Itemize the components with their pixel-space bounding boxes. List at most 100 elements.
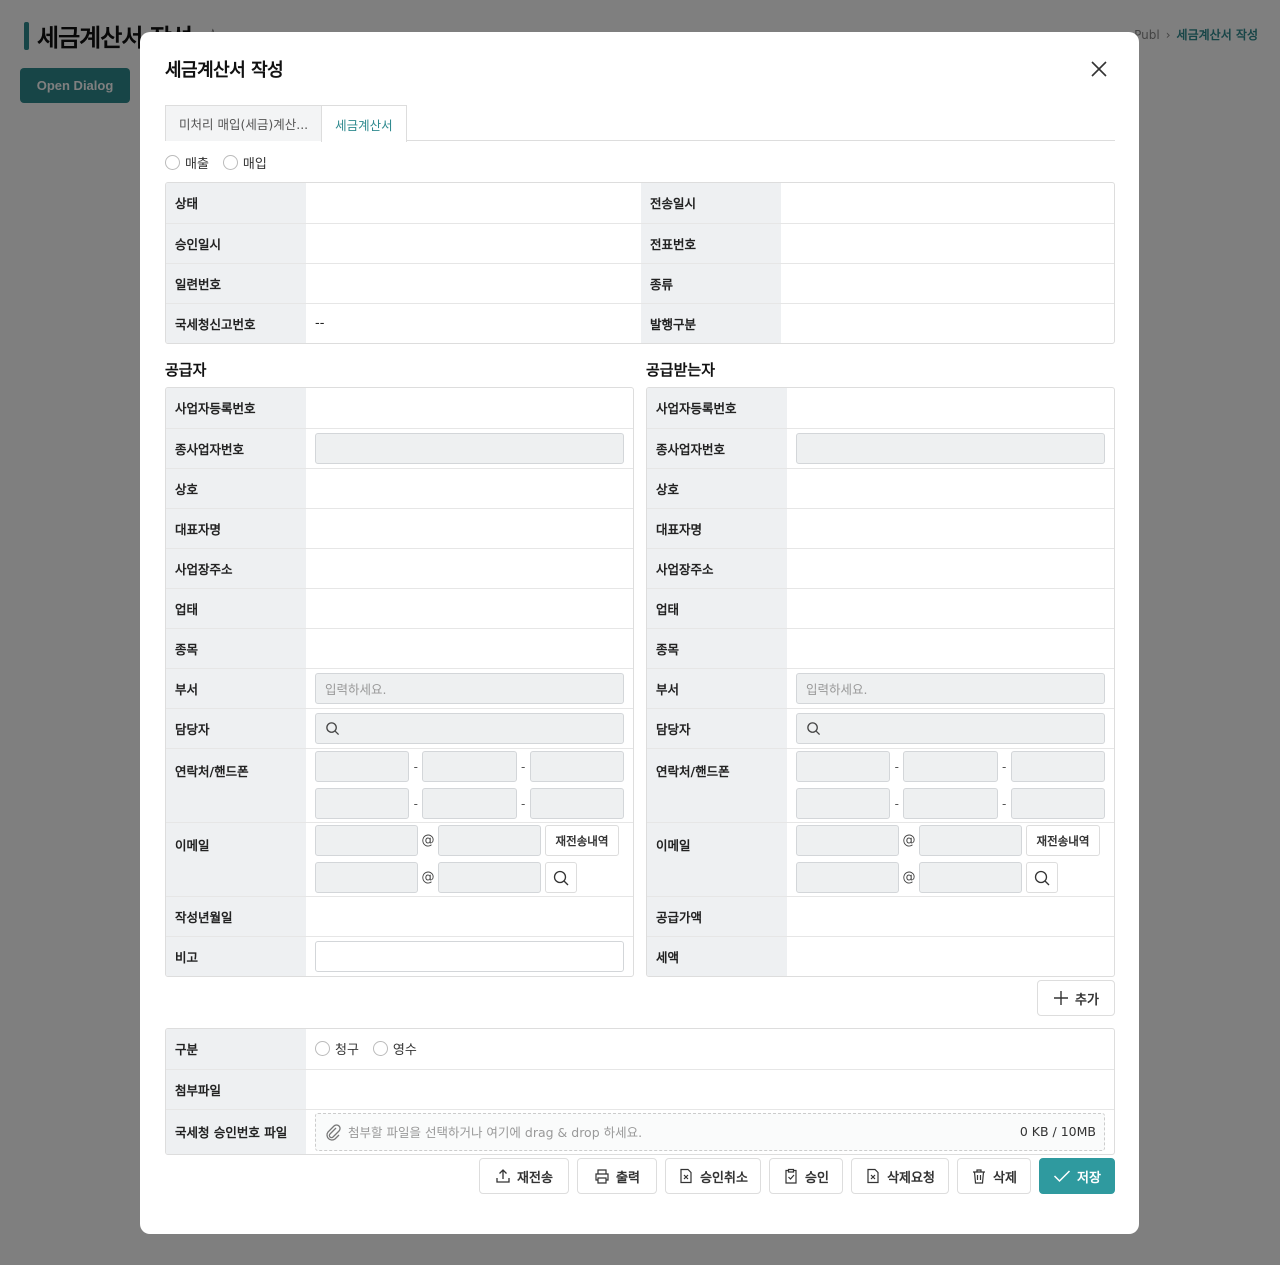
- value-sent-at: [781, 183, 1114, 224]
- label-category: 구분: [166, 1029, 306, 1070]
- close-icon[interactable]: [1089, 59, 1109, 79]
- supplier-email-id-1[interactable]: [315, 825, 418, 856]
- receiver-sub-biz-no-input[interactable]: [796, 432, 1105, 464]
- radio-claim[interactable]: 청구: [315, 1039, 359, 1058]
- supplier-label-manager: 담당자: [166, 708, 306, 749]
- supplier-sub-biz-no-input[interactable]: [315, 432, 624, 464]
- receiver-label-biz-type: 업태: [647, 588, 787, 629]
- label-voucher-no: 전표번호: [641, 223, 781, 264]
- tab-unprocessed-purchase[interactable]: 미처리 매입(세금)계산...: [165, 105, 323, 141]
- add-button-label: 추가: [1075, 992, 1099, 1008]
- delete-button[interactable]: 삭제: [957, 1158, 1031, 1194]
- supplier-dept-input[interactable]: 입력하세요.: [315, 672, 624, 704]
- radio-circle-icon: [222, 155, 238, 170]
- dash-separator: -: [1001, 796, 1007, 811]
- supplier-label-biz-item: 종목: [166, 628, 306, 669]
- supplier-mobile-row: - -: [315, 788, 624, 819]
- receiver-email-id-2[interactable]: [796, 862, 899, 893]
- label-kind: 종류: [641, 263, 781, 304]
- cancel-approval-button[interactable]: 승인취소: [665, 1158, 761, 1194]
- at-sign: @: [421, 833, 435, 848]
- summary-table: 상태 전송일시 승인일시 전표번호 일련번호 종류 국세청신고번호 -- 발행구: [165, 182, 1115, 344]
- search-icon: [1034, 870, 1050, 885]
- resend-button[interactable]: 재전송: [479, 1158, 569, 1194]
- value-status: [306, 183, 641, 224]
- receiver-resend-history-button[interactable]: 재전송내역: [1026, 825, 1100, 856]
- receiver-label-company: 상호: [647, 468, 787, 509]
- receiver-email-domain-1[interactable]: [919, 825, 1022, 856]
- supplier-email-domain-2[interactable]: [438, 862, 541, 893]
- action-bar: 재전송 출력 승인취소 승인 삭제요청 삭제 저장: [479, 1158, 1115, 1194]
- supplier-phone-1[interactable]: [315, 751, 410, 782]
- supplier-phone-row: - -: [315, 751, 624, 782]
- supplier-email-row-1: @ 재전송내역: [315, 825, 624, 856]
- supplier-email-id-2[interactable]: [315, 862, 418, 893]
- receiver-ceo-value: [787, 508, 1114, 549]
- receiver-email-search-button[interactable]: [1026, 862, 1058, 893]
- receiver-label-supply-amount: 공급가액: [647, 896, 787, 937]
- doc-x-icon: [867, 1168, 879, 1184]
- receiver-biz-item-value: [787, 628, 1114, 669]
- supplier-mobile-3[interactable]: [529, 788, 624, 819]
- label-nts-file: 국세청 승인번호 파일: [166, 1109, 306, 1154]
- receiver-mobile-row: - -: [796, 788, 1105, 819]
- receiver-mobile-1[interactable]: [796, 788, 891, 819]
- radio-purchase[interactable]: 매입: [222, 153, 267, 172]
- supplier-biz-item-value: [306, 628, 633, 669]
- dialog-tabs: 미처리 매입(세금)계산... 세금계산서: [165, 105, 1115, 142]
- receiver-email-id-1[interactable]: [796, 825, 899, 856]
- supplier-ceo-value: [306, 508, 633, 549]
- supplier-email-domain-1[interactable]: [438, 825, 541, 856]
- type-radio-group: 매출 매입: [165, 153, 267, 172]
- receiver-label-ceo: 대표자명: [647, 508, 787, 549]
- supplier-table: 사업자등록번호 종사업자번호 상호 대표자명 사업장주소 업태 종목 부서 입력하…: [165, 387, 634, 977]
- supplier-email-search-button[interactable]: [545, 862, 577, 893]
- supplier-mobile-1[interactable]: [315, 788, 410, 819]
- delete-request-button-label: 삭제요청: [887, 1170, 935, 1186]
- receiver-phone-3[interactable]: [1010, 751, 1105, 782]
- supplier-manager-search-input[interactable]: [315, 712, 624, 744]
- value-kind: [781, 263, 1114, 304]
- value-issue-type: [781, 303, 1114, 343]
- tab-tax-invoice[interactable]: 세금계산서: [321, 105, 407, 142]
- file-dropzone[interactable]: 첨부할 파일을 선택하거나 여기에 drag & drop 하세요. 0 KB …: [315, 1112, 1105, 1151]
- delete-request-button[interactable]: 삭제요청: [851, 1158, 949, 1194]
- save-button[interactable]: 저장: [1039, 1158, 1115, 1194]
- delete-button-label: 삭제: [993, 1170, 1017, 1186]
- receiver-manager-search-input[interactable]: [796, 712, 1105, 744]
- print-button[interactable]: 출력: [577, 1158, 657, 1194]
- dash-separator: -: [1001, 759, 1007, 774]
- supplier-phone-3[interactable]: [529, 751, 624, 782]
- receiver-phone-1[interactable]: [796, 751, 891, 782]
- receiver-mobile-3[interactable]: [1010, 788, 1105, 819]
- at-sign: @: [902, 833, 916, 848]
- label-issue-type: 발행구분: [641, 303, 781, 343]
- receiver-phone-2[interactable]: [903, 751, 998, 782]
- dash-separator: -: [413, 759, 419, 774]
- label-nts-report-no: 국세청신고번호: [166, 303, 306, 343]
- printer-icon: [595, 1169, 609, 1184]
- supplier-mobile-2[interactable]: [422, 788, 517, 819]
- resend-button-label: 재전송: [517, 1170, 553, 1186]
- label-approved-at: 승인일시: [166, 223, 306, 264]
- supplier-phone-2[interactable]: [422, 751, 517, 782]
- receiver-dept-input[interactable]: 입력하세요.: [796, 672, 1105, 704]
- supplier-label-biz-type: 업태: [166, 588, 306, 629]
- dropzone-text: 첨부할 파일을 선택하거나 여기에 drag & drop 하세요.: [348, 1125, 643, 1141]
- receiver-company-value: [787, 468, 1114, 509]
- add-button[interactable]: 추가: [1037, 980, 1115, 1016]
- receiver-label-contact: 연락처/핸드폰: [647, 748, 787, 823]
- supplier-email-row-2: @: [315, 862, 624, 893]
- receiver-mobile-2[interactable]: [903, 788, 998, 819]
- receiver-email-domain-2[interactable]: [919, 862, 1022, 893]
- at-sign: @: [902, 870, 916, 885]
- supplier-note-input[interactable]: [315, 940, 624, 972]
- radio-sales[interactable]: 매출: [165, 153, 209, 172]
- radio-label: 매출: [185, 157, 209, 172]
- supplier-label-ceo: 대표자명: [166, 508, 306, 549]
- approve-button[interactable]: 승인: [769, 1158, 843, 1194]
- radio-receipt[interactable]: 영수: [372, 1039, 417, 1058]
- supplier-resend-history-button[interactable]: 재전송내역: [545, 825, 619, 856]
- dash-separator: -: [520, 759, 526, 774]
- print-button-label: 출력: [616, 1170, 640, 1186]
